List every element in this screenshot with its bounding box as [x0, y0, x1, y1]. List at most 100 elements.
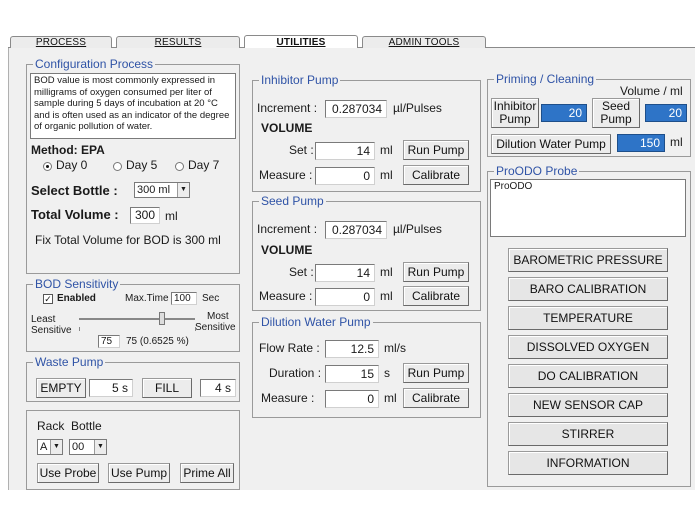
waste-empty-unit: s — [122, 381, 128, 395]
seed-measure-unit: ml — [380, 289, 393, 303]
seed-volume-label: VOLUME — [261, 243, 313, 257]
dilution-flow-input[interactable]: 12.5 — [325, 340, 379, 358]
chevron-down-icon: ▼ — [50, 440, 62, 454]
slider-tick-right — [195, 327, 196, 331]
prime-dilution-button[interactable]: Dilution Water Pump — [491, 134, 611, 154]
total-volume-label: Total Volume : — [31, 207, 119, 222]
use-probe-button[interactable]: Use Probe — [37, 463, 99, 483]
waste-fill-input[interactable]: 4 s — [200, 379, 236, 397]
prime-inhibitor-button[interactable]: Inhibitor Pump — [491, 98, 539, 128]
rack-select[interactable]: A ▼ — [37, 439, 63, 455]
max-time-label: Max.Time — [125, 293, 169, 304]
priming-panel: Priming / Cleaning Volume / ml Inhibitor… — [487, 72, 691, 157]
inhibitor-set-input[interactable]: 14 — [315, 142, 375, 160]
dilution-duration-input[interactable]: 15 — [325, 365, 379, 383]
prime-seed-button[interactable]: Seed Pump — [592, 98, 640, 128]
dilution-calibrate-button[interactable]: Calibrate — [403, 388, 469, 408]
prime-inhibitor-volume[interactable]: 20 — [541, 104, 587, 122]
do-calibration-button[interactable]: DO CALIBRATION — [508, 364, 668, 388]
inhibitor-calibrate-button[interactable]: Calibrate — [403, 165, 469, 185]
dilution-measure-label: Measure : — [261, 391, 315, 405]
waste-empty-value: 5 — [111, 381, 119, 395]
seed-increment-label: Increment : — [257, 222, 318, 236]
waste-fill-button[interactable]: FILL — [142, 378, 192, 398]
radio-day7[interactable] — [175, 162, 184, 171]
dilution-duration-unit: s — [384, 366, 390, 380]
new-sensor-cap-button[interactable]: NEW SENSOR CAP — [508, 393, 668, 417]
seed-set-label: Set : — [289, 265, 314, 279]
radio-day7-label: Day 7 — [188, 158, 220, 172]
waste-pump-panel: Waste Pump EMPTY 5 s FILL 4 s — [26, 355, 240, 402]
volume-header: Volume / ml — [620, 84, 683, 98]
inhibitor-set-unit: ml — [380, 143, 393, 157]
inhibitor-measure-label: Measure : — [259, 168, 313, 182]
information-button[interactable]: INFORMATION — [508, 451, 668, 475]
inhibitor-increment-unit: µl/Pulses — [393, 101, 442, 115]
dilution-run-pump-button[interactable]: Run Pump — [403, 363, 469, 383]
prime-seed-volume[interactable]: 20 — [645, 104, 687, 122]
sensitivity-value-input[interactable]: 75 — [98, 335, 120, 348]
seed-set-input[interactable]: 14 — [315, 264, 375, 282]
seed-increment-unit: µl/Pulses — [393, 222, 442, 236]
radio-day5-label: Day 5 — [126, 158, 158, 172]
bottle-select-value: 300 ml — [137, 184, 171, 196]
probe-list[interactable]: ProODO — [490, 179, 686, 237]
bod-sensitivity-panel: BOD Sensitivity ✓ Enabled Max.Time 100 S… — [26, 277, 240, 352]
total-volume-input[interactable]: 300 — [130, 207, 160, 224]
bottle-number-select[interactable]: 00 ▼ — [69, 439, 107, 455]
fix-volume-note: Fix Total Volume for BOD is 300 ml — [35, 233, 221, 247]
seed-run-pump-button[interactable]: Run Pump — [403, 262, 469, 282]
probe-list-item[interactable]: ProODO — [494, 181, 532, 192]
radio-day0-label: Day 0 — [56, 158, 88, 172]
prime-seed-line2: Pump — [600, 112, 632, 126]
dissolved-oxygen-button[interactable]: DISSOLVED OXYGEN — [508, 335, 668, 359]
prime-all-button[interactable]: Prime All — [180, 463, 234, 483]
seed-measure-input[interactable]: 0 — [315, 288, 375, 306]
sensitivity-slider-track[interactable] — [79, 318, 195, 320]
dilution-measure-unit: ml — [384, 391, 397, 405]
seed-set-unit: ml — [380, 265, 393, 279]
seed-measure-label: Measure : — [259, 289, 313, 303]
waste-fill-unit: s — [225, 381, 231, 395]
enabled-checkbox[interactable]: ✓ — [43, 294, 53, 304]
inhibitor-run-pump-button[interactable]: Run Pump — [403, 140, 469, 160]
dilution-duration-label: Duration : — [269, 366, 322, 380]
dilution-flow-unit: ml/s — [384, 341, 406, 355]
seed-pump-panel: Seed Pump Increment : 0.287034 µl/Pulses… — [252, 194, 481, 311]
seed-calibrate-button[interactable]: Calibrate — [403, 286, 469, 306]
least-sensitive-label: Sensitive — [31, 325, 72, 336]
dilution-measure-input[interactable]: 0 — [325, 390, 379, 408]
inhibitor-measure-input[interactable]: 0 — [315, 167, 375, 185]
prime-dilution-unit: ml — [670, 135, 683, 149]
barometric-pressure-button[interactable]: BAROMETRIC PRESSURE — [508, 248, 668, 272]
bod-description: BOD value is most commonly expressed in … — [30, 73, 236, 139]
rack-select-value: A — [40, 441, 48, 453]
inhibitor-set-label: Set : — [289, 143, 314, 157]
prime-dilution-volume[interactable]: 150 — [617, 134, 665, 152]
bottle-number-value: 00 — [72, 441, 85, 453]
most-sensitive-label: Sensitive — [195, 322, 236, 333]
stirrer-button[interactable]: STIRRER — [508, 422, 668, 446]
max-time-input[interactable]: 100 — [171, 292, 197, 305]
enabled-label: Enabled — [57, 293, 96, 304]
tab-utilities[interactable]: UTILITIES — [244, 35, 358, 49]
least-label: Least — [31, 314, 56, 325]
baro-calibration-button[interactable]: BARO CALIBRATION — [508, 277, 668, 301]
configuration-title: Configuration Process — [33, 57, 156, 71]
temperature-button[interactable]: TEMPERATURE — [508, 306, 668, 330]
inhibitor-increment-input[interactable]: 0.287034 — [325, 100, 387, 118]
bottle-select[interactable]: 300 ml ▼ — [134, 182, 190, 198]
select-bottle-label: Select Bottle : — [31, 183, 118, 198]
dilution-pump-title: Dilution Water Pump — [259, 315, 373, 329]
radio-day0[interactable] — [43, 162, 52, 171]
radio-day5[interactable] — [113, 162, 122, 171]
waste-empty-button[interactable]: EMPTY — [36, 378, 86, 398]
seed-increment-input[interactable]: 0.287034 — [325, 221, 387, 239]
chevron-down-icon: ▼ — [94, 440, 106, 454]
probe-panel: ProODO Probe ProODO BAROMETRIC PRESSURE … — [487, 164, 691, 487]
use-pump-button[interactable]: Use Pump — [108, 463, 170, 483]
inhibitor-volume-label: VOLUME — [261, 121, 313, 135]
inhibitor-pump-title: Inhibitor Pump — [259, 73, 341, 87]
sensitivity-slider-thumb[interactable] — [159, 312, 165, 325]
waste-empty-input[interactable]: 5 s — [89, 379, 133, 397]
